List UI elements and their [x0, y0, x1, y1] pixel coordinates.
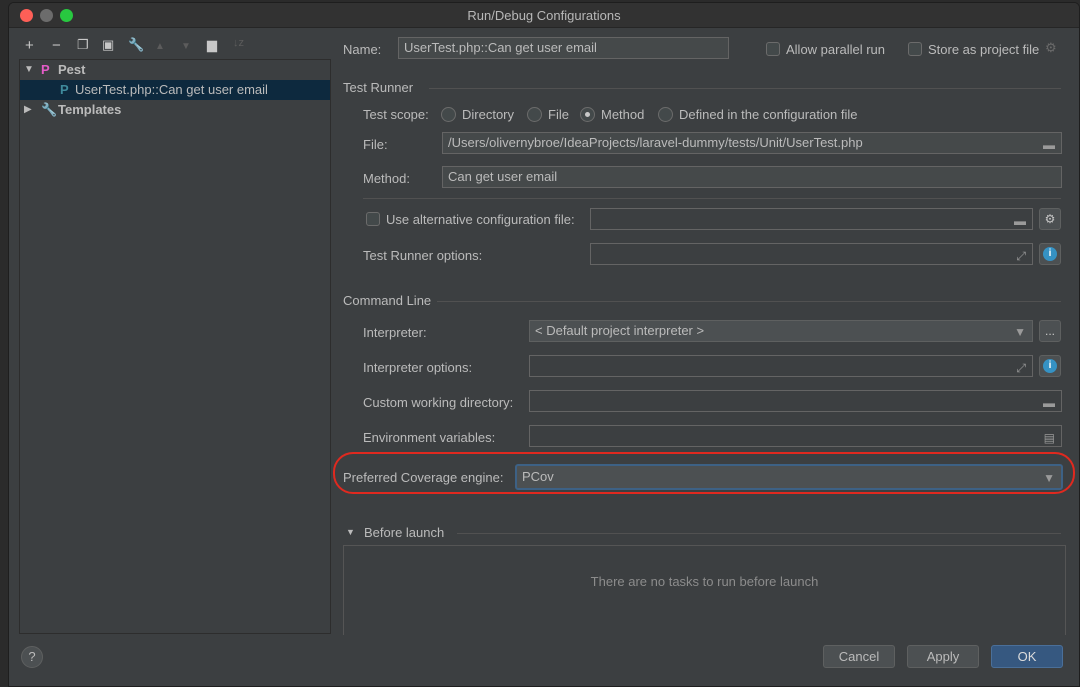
apply-button[interactable]: Apply [907, 645, 979, 668]
file-value: /Users/olivernybroe/IdeaProjects/laravel… [448, 135, 863, 150]
allow-parallel-checkbox[interactable] [766, 42, 780, 56]
command-line-section: Command Line [343, 293, 432, 308]
test-runner-section: Test Runner [343, 80, 414, 95]
empty-message: There are no tasks to run before launch [590, 574, 819, 589]
interpreter-options-label: Interpreter options: [363, 360, 473, 375]
info-button[interactable]: i [1039, 243, 1061, 265]
radio-label: File [548, 107, 569, 122]
radio-label: Directory [462, 107, 515, 122]
alt-config-label: Use alternative configuration file: [386, 212, 575, 227]
gear-icon[interactable]: ⚙ [1045, 40, 1057, 56]
method-label: Method: [363, 171, 410, 186]
help-button[interactable]: ? [21, 646, 43, 668]
ok-button[interactable]: OK [991, 645, 1063, 668]
env-input[interactable]: ▤ [529, 425, 1062, 447]
radio-config-file[interactable] [658, 107, 673, 122]
close-window-button[interactable] [20, 9, 33, 22]
method-value: Can get user email [448, 169, 558, 184]
expand-icon[interactable]: ⤢ [1016, 246, 1026, 266]
radio-method[interactable] [580, 107, 595, 122]
collapse-icon[interactable]: ▼ [346, 527, 355, 537]
pest-icon: P [60, 82, 69, 97]
radio-file[interactable] [527, 107, 542, 122]
cancel-button[interactable]: Cancel [823, 645, 895, 668]
wrench-icon: 🔧 [41, 102, 58, 117]
chevron-down-icon: ▼ [1014, 325, 1026, 339]
maximize-window-button[interactable] [60, 9, 73, 22]
coverage-label: Preferred Coverage engine: [343, 470, 504, 485]
workdir-input[interactable]: ▬ [529, 390, 1062, 412]
save-icon[interactable]: ▣ [102, 37, 114, 53]
interpreter-value: < Default project interpreter > [535, 323, 705, 338]
expand-icon[interactable]: ▶ [24, 100, 32, 120]
config-tree: ▼ P Pest P UserTest.php::Can get user email… [19, 59, 331, 634]
interpreter-options-input[interactable]: ⤢ [529, 355, 1033, 377]
radio-label: Defined in the configuration file [679, 107, 858, 122]
pest-icon: P [41, 62, 50, 77]
alt-config-checkbox[interactable] [366, 212, 380, 226]
browse-interpreter-button[interactable]: ... [1039, 320, 1061, 342]
before-launch-list: There are no tasks to run before launch [343, 545, 1066, 635]
run-debug-dialog: Run/Debug Configurations + − ❐ ▣ 🔧 ▲ ▼ ▆… [8, 2, 1080, 687]
minimize-window-button[interactable] [40, 9, 53, 22]
workdir-label: Custom working directory: [363, 395, 514, 410]
tree-item-usertest[interactable]: P UserTest.php::Can get user email [20, 80, 330, 100]
name-label: Name: [343, 42, 382, 57]
coverage-value: PCov [522, 469, 554, 484]
copy-icon[interactable]: ❐ [77, 37, 89, 53]
interpreter-select[interactable]: < Default project interpreter > ▼ [529, 320, 1033, 342]
file-label: File: [363, 137, 388, 152]
sort-icon[interactable]: ↓z [233, 37, 244, 49]
runner-options-label: Test Runner options: [363, 248, 483, 263]
interpreter-label: Interpreter: [363, 325, 427, 340]
wrench-icon[interactable]: 🔧 [128, 37, 144, 53]
info-button[interactable]: i [1039, 355, 1061, 377]
test-scope-label: Test scope: [363, 107, 429, 122]
tree-item-pest[interactable]: ▼ P Pest [20, 60, 330, 80]
store-project-label: Store as project file [928, 42, 1040, 57]
folder-icon[interactable]: ▬ [1014, 211, 1026, 231]
expand-icon[interactable]: ⤢ [1016, 358, 1026, 378]
chevron-down-icon: ▼ [1043, 471, 1055, 485]
name-value: UserTest.php::Can get user email [404, 40, 597, 55]
info-icon: i [1043, 359, 1057, 373]
expand-icon[interactable]: ▼ [24, 60, 34, 80]
folder-icon[interactable]: ▬ [1043, 393, 1055, 413]
plus-icon[interactable]: + [25, 37, 34, 54]
info-icon: i [1043, 247, 1057, 261]
title-bar: Run/Debug Configurations [9, 3, 1079, 28]
allow-parallel-label: Allow parallel run [786, 42, 885, 57]
store-project-checkbox[interactable] [908, 42, 922, 56]
settings-button[interactable]: ⚙ [1039, 208, 1061, 230]
coverage-select[interactable]: PCov ▼ [515, 464, 1063, 490]
runner-options-input[interactable]: ⤢ [590, 243, 1033, 265]
window-title: Run/Debug Configurations [467, 8, 621, 23]
document-icon[interactable]: ▤ [1044, 428, 1055, 448]
arrow-down-icon[interactable]: ▼ [181, 41, 191, 52]
name-input[interactable]: UserTest.php::Can get user email [398, 37, 729, 59]
file-input[interactable]: /Users/olivernybroe/IdeaProjects/laravel… [442, 132, 1062, 154]
alt-config-input[interactable]: ▬ [590, 208, 1033, 230]
tree-item-templates[interactable]: ▶ 🔧 Templates [20, 100, 330, 120]
radio-directory[interactable] [441, 107, 456, 122]
folder-icon[interactable]: ▬ [1043, 135, 1055, 155]
arrow-up-icon[interactable]: ▲ [155, 41, 165, 52]
radio-label: Method [601, 107, 645, 122]
env-label: Environment variables: [363, 430, 496, 445]
new-folder-icon[interactable]: ▆ [207, 37, 217, 53]
method-input[interactable]: Can get user email [442, 166, 1062, 188]
minus-icon[interactable]: − [52, 37, 61, 54]
before-launch-section: Before launch [364, 525, 445, 540]
